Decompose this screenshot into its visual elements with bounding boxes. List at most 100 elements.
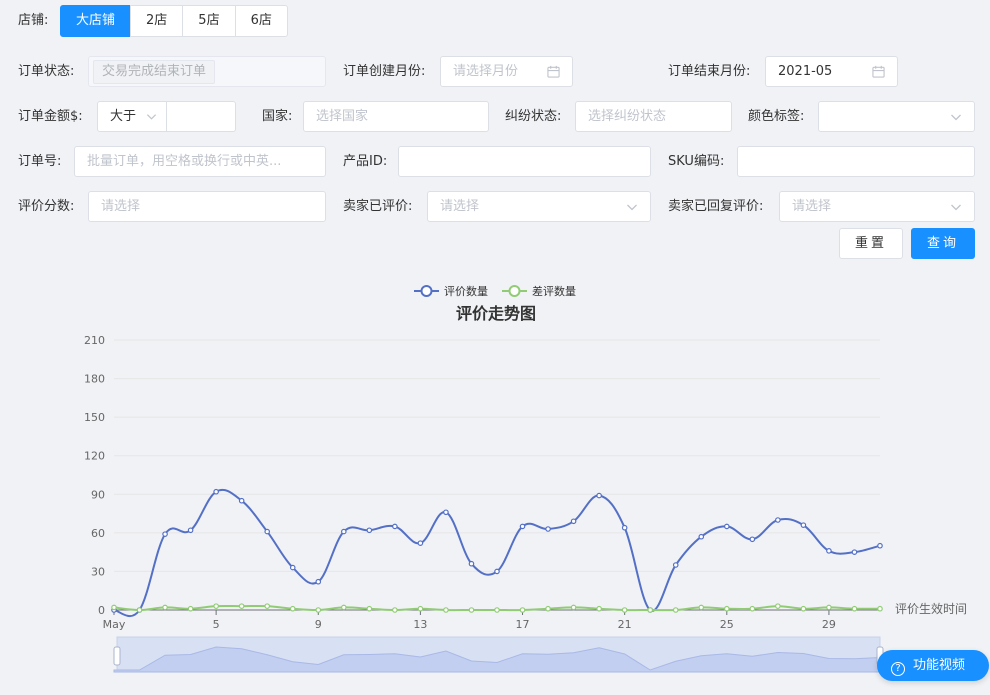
order-status-select[interactable]: 交易完成结束订单 <box>88 56 326 87</box>
store-tab-2[interactable]: 5店 <box>182 5 236 37</box>
data-point[interactable] <box>136 607 143 613</box>
data-point[interactable] <box>826 548 832 554</box>
data-point[interactable] <box>213 603 219 609</box>
dispute-status-select[interactable]: 选择纠纷状态 <box>575 101 732 132</box>
y-tick-label: 180 <box>84 373 105 386</box>
data-point[interactable] <box>545 605 551 612</box>
seller-rated-select[interactable]: 请选择 <box>427 191 651 222</box>
data-point[interactable] <box>800 522 807 528</box>
data-point[interactable] <box>238 603 245 609</box>
data-point[interactable] <box>851 549 858 555</box>
color-tag-select[interactable] <box>818 101 975 132</box>
seller-replied-select[interactable]: 请选择 <box>779 191 975 222</box>
data-point[interactable] <box>698 604 705 611</box>
data-point[interactable] <box>826 604 832 611</box>
data-point[interactable] <box>468 607 475 613</box>
y-tick-label: 30 <box>91 565 105 578</box>
data-point[interactable] <box>162 531 168 537</box>
rating-select[interactable]: 请选择 <box>88 191 326 222</box>
data-point[interactable] <box>443 509 449 516</box>
rating-label: 评价分数: <box>18 199 75 214</box>
data-point[interactable] <box>468 560 475 567</box>
legend-marker <box>420 285 433 297</box>
data-point[interactable] <box>315 578 322 585</box>
data-point[interactable] <box>672 607 679 613</box>
data-point[interactable] <box>392 607 398 613</box>
data-point[interactable] <box>749 605 756 612</box>
data-point[interactable] <box>494 568 500 575</box>
data-point[interactable] <box>443 607 449 613</box>
data-point[interactable] <box>775 517 781 523</box>
y-tick-label: 120 <box>84 450 105 463</box>
data-point[interactable] <box>877 542 883 549</box>
legend-item-0[interactable]: 评价数量 <box>414 285 488 298</box>
data-point[interactable] <box>723 523 730 530</box>
order-end-month-picker[interactable]: 2021-05 <box>765 56 898 87</box>
product-id-input[interactable] <box>398 146 651 177</box>
data-point[interactable] <box>289 605 296 612</box>
x-tick-label: 13 <box>413 618 427 631</box>
data-point[interactable] <box>672 562 679 568</box>
seller-rated-placeholder: 请选择 <box>440 199 480 214</box>
data-point[interactable] <box>264 603 271 609</box>
store-tab-1[interactable]: 2店 <box>130 5 184 37</box>
data-point[interactable] <box>366 527 373 534</box>
y-tick-label: 150 <box>84 411 105 424</box>
sku-input[interactable] <box>737 146 975 177</box>
data-point[interactable] <box>340 604 347 611</box>
country-select[interactable]: 选择国家 <box>303 101 489 132</box>
order-create-month-picker[interactable]: 请选择月份 <box>440 56 573 87</box>
data-point[interactable] <box>775 603 781 609</box>
data-point[interactable] <box>315 607 322 613</box>
data-point[interactable] <box>545 526 551 532</box>
data-point[interactable] <box>366 605 373 612</box>
data-zoom-slider[interactable] <box>113 636 884 673</box>
legend-item-1[interactable]: 差评数量 <box>502 284 576 298</box>
chart-svg: 评价数量 差评数量 评价走势图 0 30 60 90 120 150 180 210 May 5 9… <box>84 284 967 673</box>
reset-button[interactable]: 重置 <box>839 228 903 259</box>
data-point[interactable] <box>621 607 628 613</box>
data-point[interactable] <box>340 528 347 535</box>
data-point[interactable] <box>647 607 654 613</box>
data-point[interactable] <box>392 523 398 530</box>
data-point[interactable] <box>289 564 296 571</box>
chart-title: 评价走势图 <box>456 304 536 323</box>
data-point[interactable] <box>596 492 602 499</box>
data-point[interactable] <box>621 524 628 531</box>
query-button[interactable]: 查询 <box>911 228 975 259</box>
data-point[interactable] <box>519 607 526 613</box>
order-amount-operator-select[interactable]: 大于 <box>97 101 167 132</box>
data-point[interactable] <box>800 605 807 612</box>
color-tag-label: 颜色标签: <box>748 109 805 124</box>
order-status-label: 订单状态: <box>18 64 75 79</box>
data-point[interactable] <box>851 605 858 612</box>
data-point[interactable] <box>596 605 602 612</box>
data-point[interactable] <box>519 523 526 530</box>
dispute-status-placeholder: 选择纠纷状态 <box>588 109 667 124</box>
data-point[interactable] <box>162 604 168 611</box>
data-point[interactable] <box>494 607 500 613</box>
data-point[interactable] <box>417 605 424 612</box>
seller-replied-placeholder: 请选择 <box>792 199 832 214</box>
zoom-handle-left[interactable] <box>113 646 121 666</box>
order-no-input[interactable]: 批量订单，用空格或换行或中英... <box>74 146 326 177</box>
data-point[interactable] <box>417 540 424 546</box>
data-point[interactable] <box>111 604 117 611</box>
data-point[interactable] <box>570 518 577 525</box>
order-create-month-label: 订单创建月份: <box>343 64 426 79</box>
data-point[interactable] <box>570 604 577 611</box>
data-point[interactable] <box>187 527 194 534</box>
data-point[interactable] <box>877 605 883 612</box>
feature-video-button[interactable]: ? 功能视频 <box>877 650 989 681</box>
store-tab-3[interactable]: 6店 <box>234 5 288 37</box>
data-point[interactable] <box>698 533 705 540</box>
x-axis-label: 评价生效时间 <box>895 601 967 616</box>
data-point[interactable] <box>264 528 271 535</box>
data-point[interactable] <box>723 605 730 612</box>
data-point[interactable] <box>187 605 194 612</box>
store-tab-0[interactable]: 大店铺 <box>60 5 132 37</box>
order-amount-input[interactable] <box>166 101 236 132</box>
data-point[interactable] <box>749 536 756 543</box>
data-point[interactable] <box>213 488 219 495</box>
data-point[interactable] <box>238 497 245 504</box>
